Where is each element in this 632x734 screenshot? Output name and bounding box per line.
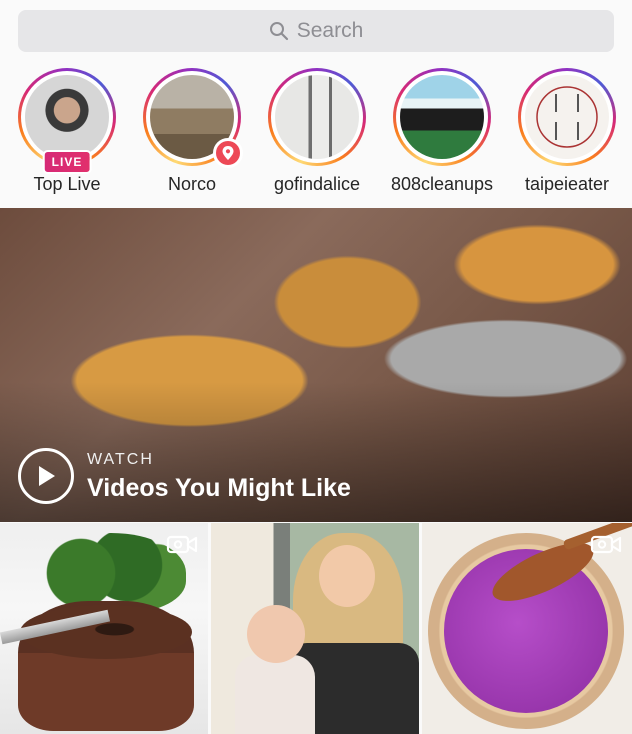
location-pin-icon — [213, 138, 243, 168]
tile-image-part — [247, 605, 305, 663]
avatar-logo — [525, 75, 609, 159]
story-label: taipeieater — [524, 174, 610, 194]
video-camera-icon — [166, 533, 198, 560]
story-label: 808cleanups — [390, 174, 494, 194]
hero-video[interactable]: WATCH Videos You Might Like — [0, 208, 632, 522]
story-gofindalice[interactable]: gofindalice — [255, 68, 379, 195]
story-ring — [143, 68, 243, 168]
story-ring — [268, 68, 366, 166]
tile-image-part — [235, 655, 315, 734]
story-norco[interactable]: Norco — [130, 68, 254, 195]
story-ring — [393, 68, 491, 166]
live-badge: LIVE — [42, 150, 92, 174]
video-camera-icon — [590, 533, 622, 560]
watch-label: WATCH — [87, 451, 154, 468]
search-bar[interactable]: Search — [18, 10, 614, 52]
story-ring: LIVE — [18, 68, 116, 174]
avatar — [275, 75, 359, 159]
explore-grid — [0, 523, 632, 734]
play-icon[interactable] — [18, 448, 74, 504]
story-808cleanups[interactable]: 808cleanups — [380, 68, 504, 195]
avatar — [25, 75, 109, 159]
grid-tile[interactable] — [211, 523, 419, 734]
story-taipeieater[interactable]: taipeieater — [505, 68, 629, 195]
story-label: Top Live — [33, 174, 101, 194]
stories-row: LIVE Top Live Norco gofindalice 808clean… — [0, 68, 632, 200]
avatar-logo — [400, 75, 484, 159]
hero-title: Videos You Might Like — [87, 474, 351, 502]
search-placeholder: Search — [296, 19, 364, 42]
grid-tile[interactable] — [422, 523, 632, 734]
search-icon — [269, 21, 289, 41]
tile-image-part — [319, 545, 375, 607]
story-label: Norco — [167, 174, 216, 194]
story-ring — [518, 68, 616, 166]
grid-tile[interactable] — [0, 523, 208, 734]
story-label: gofindalice — [273, 174, 361, 194]
story-top-live[interactable]: LIVE Top Live — [5, 68, 129, 195]
